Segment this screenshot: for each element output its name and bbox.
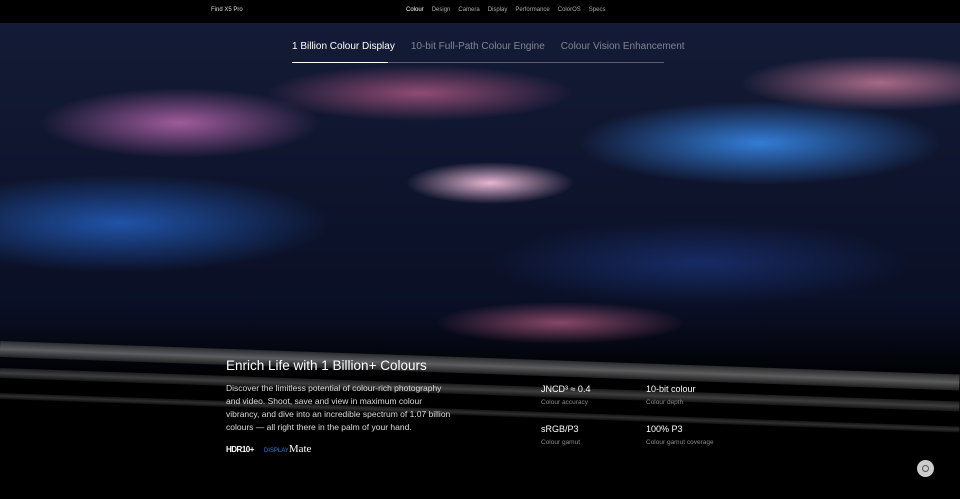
tab-billion-colour[interactable]: 1 Billion Colour Display: [292, 41, 395, 52]
tab-colour-engine[interactable]: 10-bit Full-Path Colour Engine: [411, 41, 545, 52]
hdr10-logo: HDR10+: [226, 444, 254, 454]
feature-tabs: 1 Billion Colour Display 10-bit Full-Pat…: [292, 41, 685, 52]
displaymate-logo: DISPLAYMate: [263, 443, 312, 455]
stat-gamut: sRGB/P3 Colour gamut: [541, 424, 581, 446]
stat-coverage: 100% P3 Colour gamut coverage: [646, 424, 714, 446]
nav-design[interactable]: Design: [432, 7, 451, 13]
nav-colour[interactable]: Colour: [406, 7, 424, 13]
nav-performance[interactable]: Performance: [515, 7, 549, 13]
nav-coloros[interactable]: ColorOS: [558, 7, 581, 13]
nav-display[interactable]: Display: [488, 7, 508, 13]
nav-camera[interactable]: Camera: [458, 7, 479, 13]
section-description: Discover the limitless potential of colo…: [226, 383, 451, 432]
nav-specs[interactable]: Specs: [589, 7, 606, 13]
hero-image: [0, 23, 960, 499]
section-title: Enrich Life with 1 Billion+ Colours: [226, 358, 427, 373]
support-button[interactable]: [917, 460, 934, 477]
support-icon: [922, 465, 929, 472]
stat-depth: 10-bit colour Colour depth: [646, 384, 696, 406]
top-nav: Find X5 Pro Colour Design Camera Display…: [0, 0, 960, 23]
tab-colour-vision[interactable]: Colour Vision Enhancement: [561, 41, 685, 52]
tab-indicator: [292, 62, 664, 63]
brand-link[interactable]: Find X5 Pro: [211, 7, 243, 13]
stat-accuracy: JNCD³ ≈ 0.4 Colour accuracy: [541, 384, 591, 406]
